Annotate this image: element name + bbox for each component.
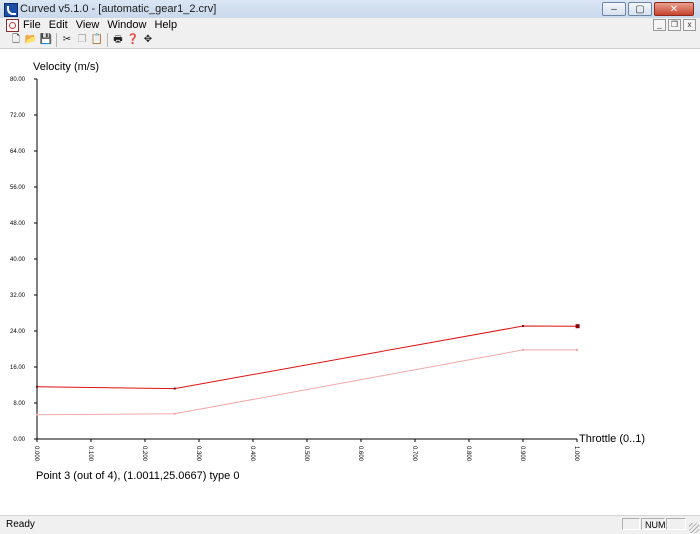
x-tick-label: 0.800 bbox=[465, 446, 471, 462]
menu-bar: File Edit View Window Help _ ❐ x bbox=[0, 18, 700, 32]
save-icon[interactable]: 💾 bbox=[39, 33, 53, 47]
plot-area[interactable]: 0.00 8.00 16.00 24.00 32.00 40.00 48.00 56.00 64… bbox=[0, 49, 700, 515]
cut-icon[interactable]: ✂ bbox=[60, 33, 74, 47]
mdi-minimize-button[interactable]: _ bbox=[653, 19, 666, 31]
control-point bbox=[522, 348, 524, 351]
x-tick-label: 0.600 bbox=[357, 446, 363, 462]
window-controls: – ▢ ✕ bbox=[602, 2, 694, 16]
status-pane-empty bbox=[622, 518, 640, 530]
close-button[interactable]: ✕ bbox=[654, 2, 694, 16]
y-tick-label: 32.00 bbox=[10, 293, 26, 299]
point-info-text: Point 3 (out of 4), (1.0011,25.0667) typ… bbox=[36, 470, 240, 482]
status-num-indicator: NUM bbox=[641, 518, 666, 530]
y-tick-label: 56.00 bbox=[10, 185, 26, 191]
y-tick-label: 24.00 bbox=[10, 329, 26, 335]
new-file-icon[interactable]: 🗋 bbox=[9, 33, 23, 47]
y-tick-label: 0.00 bbox=[13, 437, 25, 443]
copy-icon[interactable]: ❐ bbox=[75, 33, 89, 47]
mdi-restore-button[interactable]: ❐ bbox=[668, 19, 681, 31]
minimize-button[interactable]: – bbox=[602, 2, 626, 16]
curve-line-1 bbox=[36, 325, 578, 390]
mdi-close-button[interactable]: x bbox=[683, 19, 696, 31]
y-axis-label: Velocity (m/s) bbox=[33, 61, 100, 73]
move-icon[interactable]: ✥ bbox=[141, 33, 155, 47]
toolbar-misc-group: 🖶 ❓ ✥ bbox=[108, 33, 158, 47]
app-icon[interactable] bbox=[4, 3, 18, 17]
y-tick-label: 48.00 bbox=[10, 221, 26, 227]
toolbar-file-group: 🗋 📂 💾 bbox=[6, 33, 57, 47]
menu-file[interactable]: File bbox=[19, 19, 45, 31]
x-tick-label: 0.400 bbox=[249, 446, 255, 462]
window-title: Curved v5.1.0 - [automatic_gear1_2.crv] bbox=[20, 3, 217, 15]
control-point bbox=[173, 387, 176, 390]
maximize-button[interactable]: ▢ bbox=[628, 2, 652, 16]
x-tick-label: 1.000 bbox=[573, 446, 579, 462]
y-tick-label: 64.00 bbox=[10, 149, 26, 155]
menu-view[interactable]: View bbox=[72, 19, 104, 31]
x-tick-label: 0.000 bbox=[33, 446, 39, 462]
y-tick-label: 16.00 bbox=[10, 365, 26, 371]
x-tick-label: 0.300 bbox=[195, 446, 201, 462]
mdi-controls: _ ❐ x bbox=[653, 19, 696, 31]
menu-window[interactable]: Window bbox=[103, 19, 150, 31]
y-tick-label: 40.00 bbox=[10, 257, 26, 263]
menu-help[interactable]: Help bbox=[150, 19, 181, 31]
toolbar-edit-group: ✂ ❐ 📋 bbox=[57, 33, 108, 47]
selected-control-point bbox=[575, 324, 580, 329]
x-tick-label: 0.700 bbox=[411, 446, 417, 462]
status-pane-blank bbox=[666, 518, 686, 530]
menu-edit[interactable]: Edit bbox=[45, 19, 72, 31]
control-point bbox=[522, 325, 524, 328]
x-tick-label: 0.200 bbox=[141, 446, 147, 462]
help-pointer-icon[interactable]: ❓ bbox=[126, 33, 140, 47]
x-tick-label: 0.900 bbox=[519, 446, 525, 462]
y-tick-label: 8.00 bbox=[13, 401, 25, 407]
y-tick-label: 80.00 bbox=[10, 77, 26, 83]
title-bar[interactable]: Curved v5.1.0 - [automatic_gear1_2.crv] … bbox=[0, 0, 700, 19]
resize-grip[interactable] bbox=[689, 523, 699, 533]
open-folder-icon[interactable]: 📂 bbox=[24, 33, 38, 47]
y-tick-label: 72.00 bbox=[10, 113, 26, 119]
toolbar: 🗋 📂 💾 ✂ ❐ 📋 🖶 ❓ ✥ bbox=[0, 32, 700, 49]
control-point bbox=[173, 412, 176, 415]
print-icon[interactable]: 🖶 bbox=[111, 33, 125, 47]
curve-line-2 bbox=[36, 349, 577, 416]
control-point bbox=[36, 413, 38, 416]
x-tick-label: 0.100 bbox=[87, 446, 93, 462]
x-axis-label: Throttle (0..1) bbox=[579, 433, 646, 445]
x-tick-label: 0.500 bbox=[303, 446, 309, 462]
control-point bbox=[576, 348, 578, 351]
document-icon[interactable] bbox=[6, 18, 19, 32]
paste-icon[interactable]: 📋 bbox=[90, 33, 104, 47]
velocity-throttle-chart[interactable]: 0.00 8.00 16.00 24.00 32.00 40.00 48.00 56.00 64… bbox=[0, 49, 700, 515]
control-point bbox=[36, 385, 38, 388]
status-bar: Ready NUM bbox=[0, 515, 700, 534]
status-text: Ready bbox=[6, 519, 35, 530]
